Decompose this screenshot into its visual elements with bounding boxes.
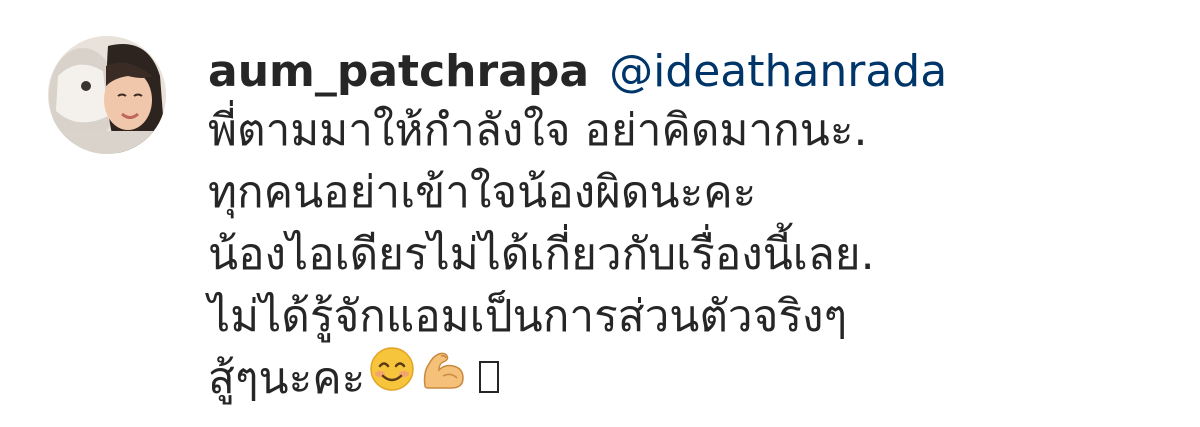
comment-body: aum_patchrapa @ideathanrada พี่ตามมาให้ก… <box>208 44 1168 410</box>
avatar[interactable] <box>48 36 166 154</box>
comment-line-1: พี่ตามมาให้กำลังใจ อย่าคิดมากนะ. <box>208 105 868 156</box>
missing-glyph-box <box>479 361 500 393</box>
comment-line-2: ทุกคนอย่าเข้าใจน้องผิดนะคะ <box>208 167 757 218</box>
username-link[interactable]: aum_patchrapa <box>208 46 589 97</box>
smiling-face-icon <box>369 346 415 409</box>
flexed-biceps-icon <box>419 346 469 409</box>
comment-line-5: สู้ๆนะคะ <box>208 353 366 404</box>
comment: aum_patchrapa @ideathanrada พี่ตามมาให้ก… <box>0 0 1200 427</box>
avatar-photo <box>48 36 166 154</box>
comment-line-5-row: สู้ๆนะคะ <box>208 346 1168 410</box>
mention-link[interactable]: @ideathanrada <box>609 46 947 97</box>
comment-line-3: น้องไอเดียรไม่ได้เกี่ยวกับเรื่องนี้เลย. <box>208 229 875 280</box>
comment-header: aum_patchrapa @ideathanrada <box>208 44 1168 100</box>
comment-line-4: ไม่ได้รู้จักแอมเป็นการส่วนตัวจริงๆ <box>208 291 848 342</box>
